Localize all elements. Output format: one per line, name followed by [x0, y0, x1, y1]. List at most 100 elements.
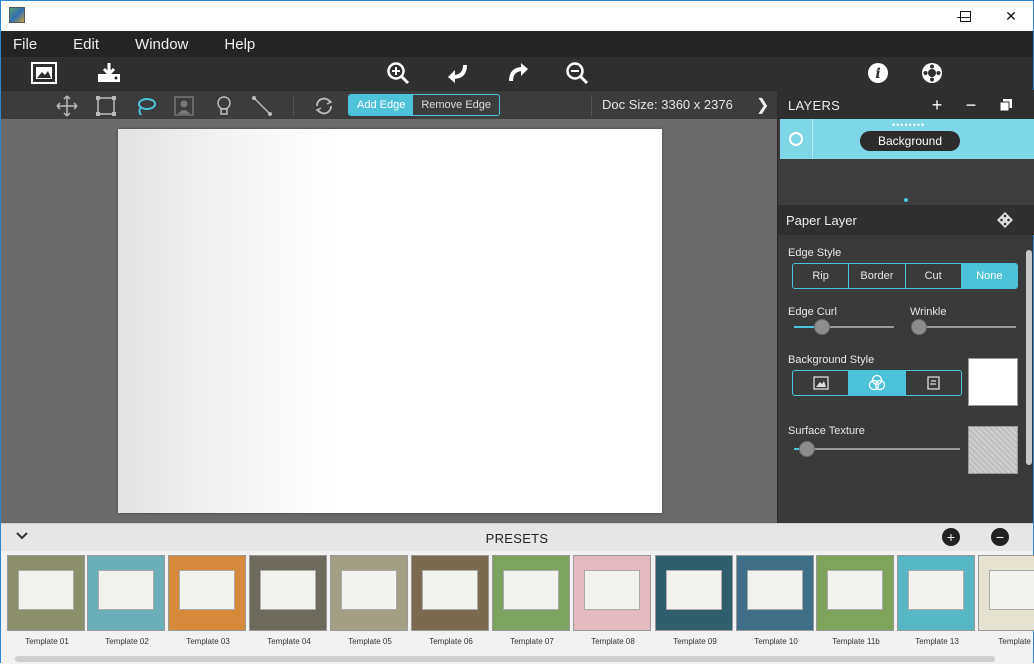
menu-file[interactable]: File — [1, 36, 49, 53]
remove-preset-button[interactable]: − — [991, 528, 1009, 546]
template-preview — [978, 555, 1034, 631]
add-edge-button[interactable]: Add Edge — [349, 95, 414, 115]
portrait-tool-icon[interactable] — [172, 94, 196, 118]
presets-title: PRESETS — [485, 531, 549, 546]
panel-resize-handle[interactable] — [904, 198, 908, 202]
template-label: Template 07 — [510, 637, 554, 646]
menu-bar: File Edit Window Help — [1, 31, 1033, 57]
menu-help[interactable]: Help — [200, 36, 267, 53]
color-blend-icon — [868, 374, 886, 391]
template-thumbnail[interactable]: Template 01 — [7, 555, 87, 647]
template-preview — [736, 555, 814, 631]
zoom-in-icon[interactable] — [383, 59, 413, 87]
template-thumbnail[interactable]: Template 07 — [492, 555, 572, 647]
template-paper — [179, 570, 235, 610]
image-icon — [813, 376, 829, 390]
template-paper — [827, 570, 883, 610]
remove-edge-button[interactable]: Remove Edge — [413, 95, 499, 115]
maximize-button[interactable] — [942, 1, 988, 31]
surface-texture-thumb[interactable] — [799, 441, 815, 457]
bg-style-paper[interactable] — [906, 371, 961, 395]
template-preview — [87, 555, 165, 631]
template-thumbnail[interactable]: Template 10 — [736, 555, 816, 647]
layer-name: Background — [860, 131, 960, 151]
template-thumbnail[interactable]: Template 05 — [330, 555, 410, 647]
toolbar-divider — [293, 95, 294, 116]
template-paper — [908, 570, 964, 610]
marquee-tool-icon[interactable] — [94, 94, 118, 118]
wrinkle-thumb[interactable] — [911, 319, 927, 335]
paper-layer-header: Paper Layer — [778, 205, 1034, 235]
surface-texture-slider[interactable] — [794, 448, 960, 450]
bg-style-image[interactable] — [793, 371, 850, 395]
template-preview — [7, 555, 85, 631]
edge-curl-label: Edge Curl — [788, 306, 837, 318]
save-icon[interactable] — [94, 59, 124, 87]
wrinkle-slider[interactable] — [912, 326, 1016, 328]
background-style-label: Background Style — [788, 354, 875, 366]
edge-style-border[interactable]: Border — [849, 264, 906, 288]
panel-scrollbar[interactable] — [1026, 250, 1032, 465]
redo-icon[interactable] — [504, 59, 534, 87]
template-preview — [573, 555, 651, 631]
lasso-tool-icon[interactable] — [134, 94, 158, 118]
drag-handle-icon[interactable]: •••••••• — [892, 120, 925, 130]
template-label: Template 10 — [754, 637, 798, 646]
template-preview — [655, 555, 733, 631]
move-tool-icon[interactable] — [55, 94, 79, 118]
settings-icon[interactable] — [917, 59, 947, 87]
background-style-selector — [792, 370, 962, 396]
add-preset-button[interactable]: + — [942, 528, 960, 546]
layer-visibility-radio[interactable] — [789, 132, 803, 146]
edge-style-label: Edge Style — [788, 247, 842, 259]
template-label: Template 11b — [832, 637, 880, 646]
edge-style-none[interactable]: None — [961, 264, 1017, 288]
close-button[interactable]: ✕ — [988, 1, 1034, 31]
duplicate-layer-button[interactable] — [996, 95, 1016, 115]
surface-texture-swatch[interactable] — [968, 426, 1018, 474]
template-thumbnail[interactable]: Template 09 — [655, 555, 735, 647]
dice-icon[interactable] — [996, 211, 1014, 234]
app-window: — ✕ File Edit Window Help i Add Edge Rem… — [0, 0, 1034, 664]
template-thumbnail[interactable]: Template 08 — [573, 555, 653, 647]
template-thumbnail[interactable]: Template 02 — [87, 555, 167, 647]
presets-header: PRESETS + − — [1, 523, 1033, 551]
menu-edit[interactable]: Edit — [49, 36, 111, 53]
presets-scrollbar[interactable] — [15, 656, 995, 662]
template-thumbnail[interactable]: Template 03 — [168, 555, 248, 647]
background-color-swatch[interactable] — [968, 358, 1018, 406]
undo-icon[interactable] — [442, 59, 472, 87]
line-tool-icon[interactable] — [250, 94, 274, 118]
lightbulb-icon[interactable] — [212, 94, 236, 118]
template-label: Template 04 — [267, 637, 311, 646]
remove-layer-button[interactable]: − — [961, 95, 981, 115]
template-thumbnail[interactable]: Template 11b — [816, 555, 896, 647]
edge-style-rip[interactable]: Rip — [793, 264, 850, 288]
template-thumbnail[interactable]: Template 06 — [411, 555, 491, 647]
add-layer-button[interactable]: + — [927, 95, 947, 115]
edge-curl-thumb[interactable] — [814, 319, 830, 335]
rotate-icon[interactable] — [312, 94, 336, 118]
zoom-out-icon[interactable] — [562, 59, 592, 87]
template-paper — [989, 570, 1034, 610]
surface-texture-label: Surface Texture — [788, 425, 865, 437]
template-preview — [330, 555, 408, 631]
layer-row[interactable]: •••••••• Background — [780, 119, 1034, 159]
template-thumbnail[interactable]: Template 13 — [897, 555, 977, 647]
bg-style-color-blend[interactable] — [849, 371, 906, 395]
doc-size-label: Doc Size: 3360 x 2376 — [602, 97, 733, 112]
right-panel: LAYERS + − •••••••• Background Paper Lay… — [777, 90, 1034, 523]
chevron-right-icon[interactable]: ❯ — [756, 95, 769, 115]
menu-window[interactable]: Window — [111, 36, 200, 53]
layers-title: LAYERS — [788, 98, 841, 113]
template-preview — [492, 555, 570, 631]
template-thumbnail[interactable]: Template 1 — [978, 555, 1034, 647]
open-image-icon[interactable] — [29, 59, 59, 87]
info-icon[interactable]: i — [863, 59, 893, 87]
edge-style-cut[interactable]: Cut — [906, 264, 962, 288]
paper-canvas[interactable] — [118, 129, 662, 513]
maximize-icon — [959, 10, 971, 22]
template-thumbnail[interactable]: Template 04 — [249, 555, 329, 647]
template-label: Template 09 — [673, 637, 717, 646]
paper-layer-title: Paper Layer — [786, 213, 857, 228]
